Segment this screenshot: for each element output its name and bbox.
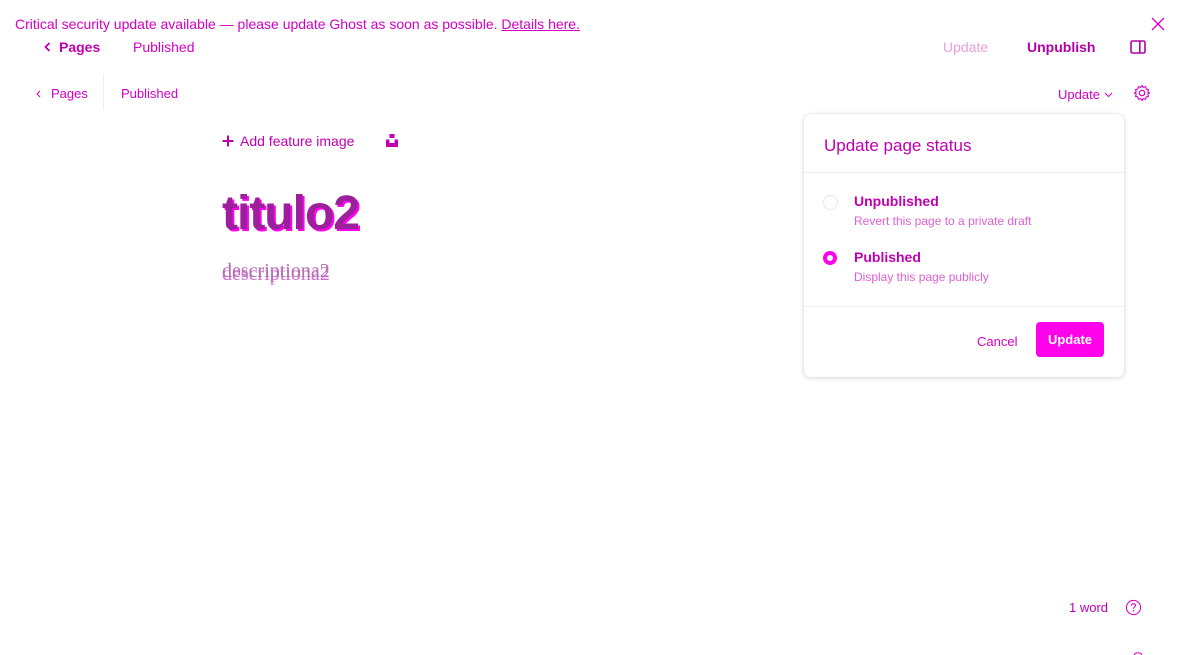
- popover-divider: [804, 306, 1124, 307]
- post-excerpt[interactable]: descriptiona2: [222, 260, 330, 283]
- editor-back-label: Pages: [51, 86, 88, 101]
- option-title: Unpublished: [854, 193, 939, 209]
- unpublished-radio[interactable]: [823, 195, 838, 210]
- back-label: Pages: [59, 39, 101, 55]
- help-icon[interactable]: [1133, 651, 1143, 655]
- chevron-left-icon: [36, 90, 41, 97]
- plus-icon: [222, 135, 234, 147]
- chevron-down-icon: [1104, 92, 1113, 97]
- update-status-popover: Update page status Unpublished Revert th…: [804, 114, 1124, 377]
- post-status: Published: [133, 39, 195, 55]
- status-option-published[interactable]: Published Display this page publicly: [822, 249, 1112, 291]
- option-title: Published: [854, 249, 921, 265]
- banner-message: Critical security update available — ple…: [15, 16, 580, 32]
- update-button[interactable]: Update: [943, 39, 988, 55]
- banner-text: Critical security update available — ple…: [15, 16, 498, 32]
- confirm-update-button[interactable]: Update: [1036, 322, 1104, 357]
- update-dropdown-trigger[interactable]: Update: [1058, 87, 1113, 102]
- published-radio[interactable]: [823, 251, 837, 265]
- popover-title: Update page status: [824, 136, 972, 155]
- status-option-unpublished[interactable]: Unpublished Revert this page to a privat…: [822, 193, 1112, 235]
- add-feature-image-label: Add feature image: [240, 133, 355, 149]
- add-feature-image-button[interactable]: Add feature image: [222, 133, 354, 149]
- chevron-left-icon: [44, 42, 51, 52]
- update-dropdown-label: Update: [1058, 87, 1100, 102]
- editor-back-link[interactable]: Pages: [36, 86, 88, 101]
- back-to-pages-link[interactable]: Pages: [44, 39, 100, 55]
- help-icon[interactable]: [1125, 599, 1142, 616]
- editor-status: Published: [121, 86, 179, 101]
- editor-header: Pages Published Update Unpublish: [0, 36, 1184, 60]
- unpublish-button[interactable]: Unpublish: [1027, 39, 1095, 55]
- word-count: 1 word: [1069, 600, 1109, 615]
- post-title[interactable]: titulo2: [222, 186, 360, 241]
- popover-divider: [804, 172, 1124, 173]
- close-icon[interactable]: [1150, 16, 1166, 32]
- unsplash-icon[interactable]: [386, 134, 398, 147]
- nav-divider: [103, 74, 104, 110]
- security-banner: Critical security update available — ple…: [0, 0, 1184, 36]
- banner-details-link[interactable]: Details here.: [501, 16, 580, 32]
- gear-icon[interactable]: [1133, 84, 1151, 102]
- option-description: Revert this page to a private draft: [854, 214, 1032, 228]
- option-description: Display this page publicly: [854, 270, 989, 284]
- cancel-button[interactable]: Cancel: [977, 334, 1017, 349]
- sidebar-toggle-icon[interactable]: [1130, 40, 1146, 54]
- editor-nav: Pages Published Update: [0, 74, 1184, 110]
